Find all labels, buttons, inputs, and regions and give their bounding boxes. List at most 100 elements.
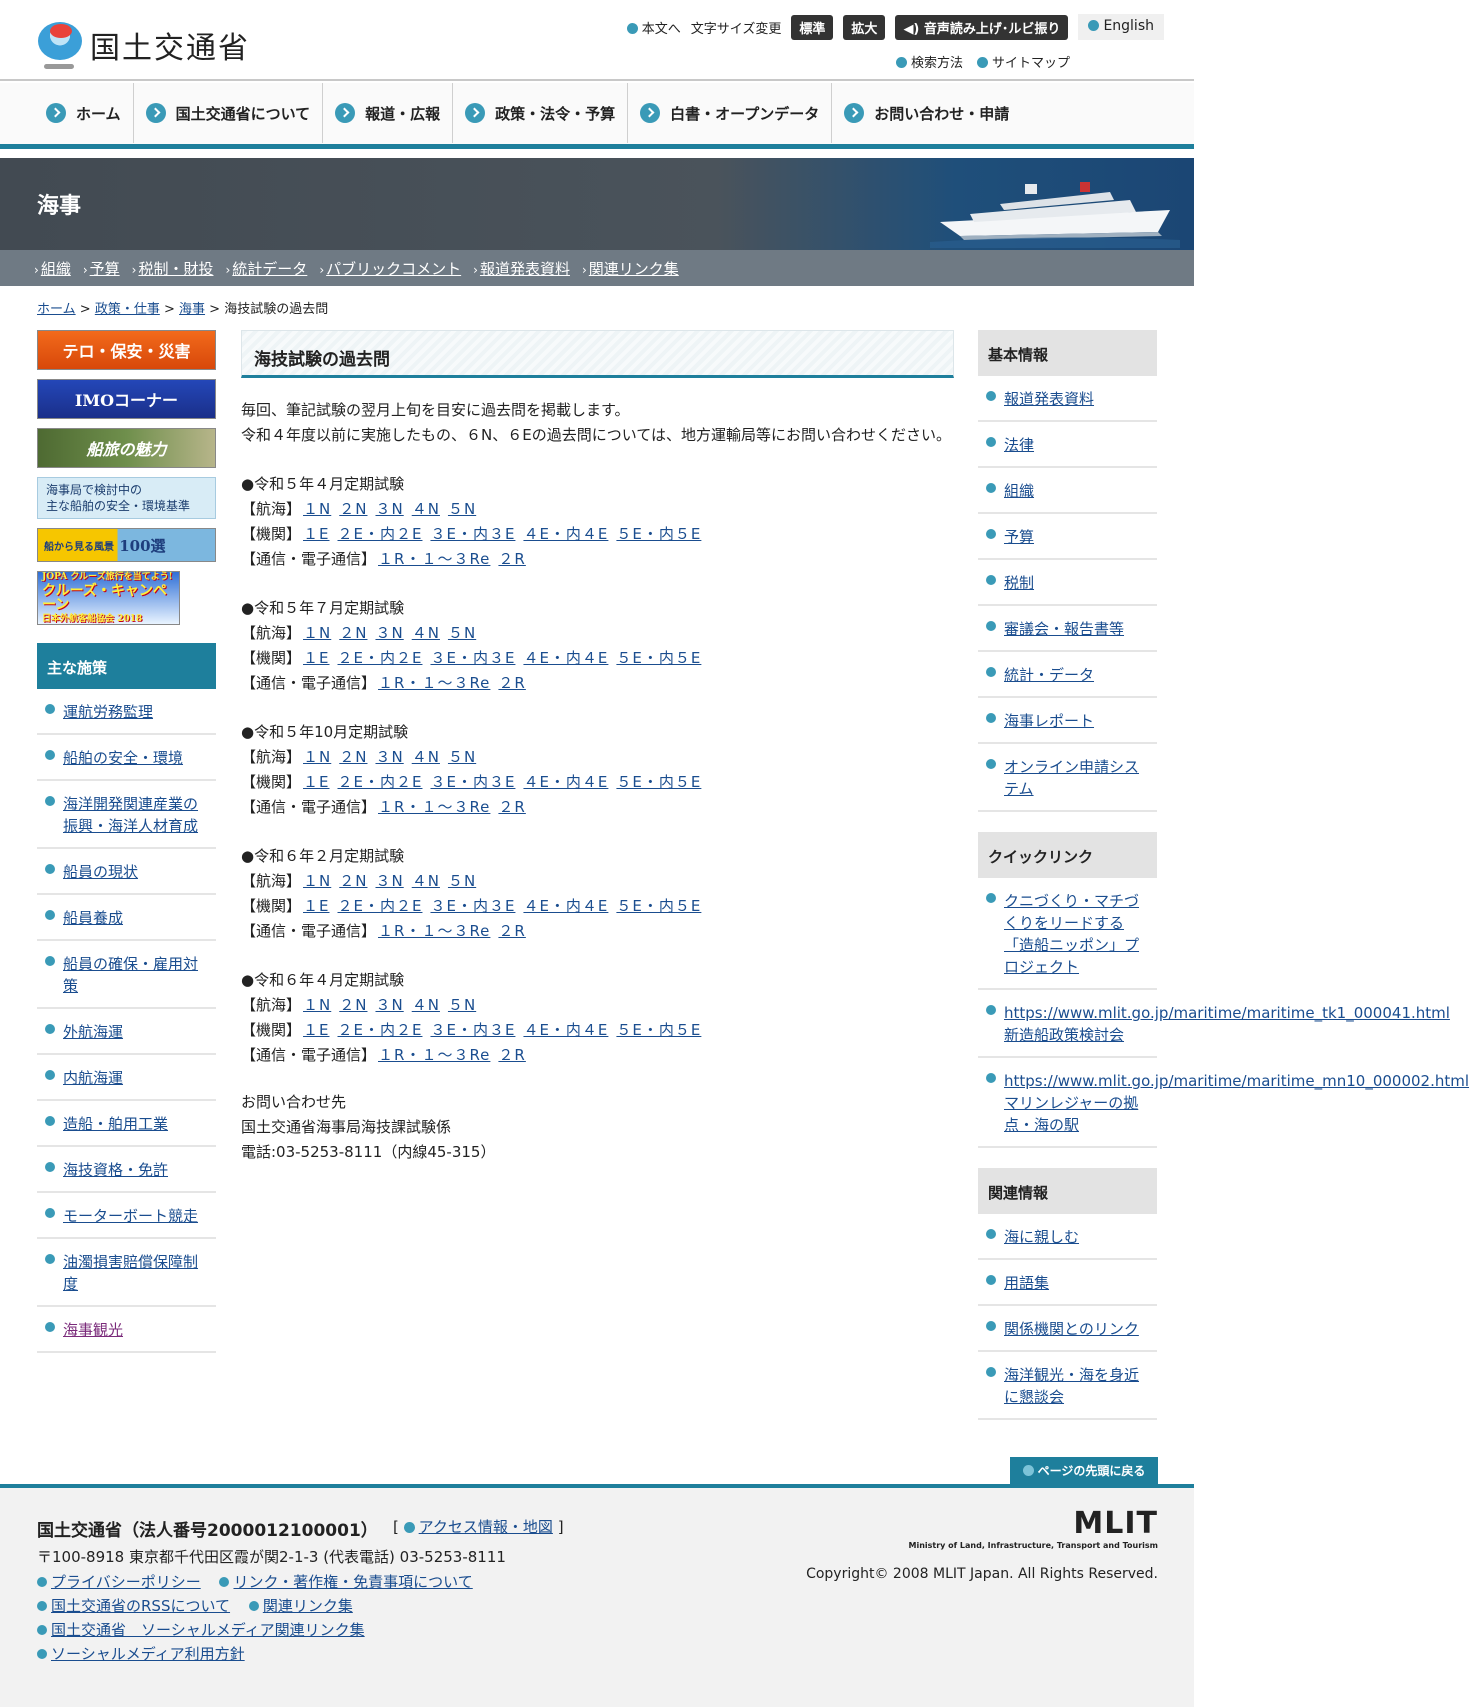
footer-access-link[interactable]: アクセス情報・地図 (419, 1518, 553, 1536)
policy-link[interactable]: 海洋開発関連産業の振興・海洋人材育成 (63, 795, 198, 835)
banner-safety-standards[interactable]: 海事局で検討中の 主な船舶の安全・環境基準 (37, 477, 216, 519)
list-item[interactable]: 造船・舶用工業 (37, 1101, 216, 1147)
voice-reading-button[interactable]: ◀) 音声読み上げ･ルビ振り (895, 14, 1069, 40)
list-item[interactable]: 内航海運 (37, 1055, 216, 1101)
list-item[interactable]: 予算 (978, 514, 1157, 560)
list-item[interactable]: 海事観光 (37, 1307, 216, 1353)
footer-link-related[interactable]: 関連リンク集 (249, 1594, 353, 1618)
exam-pdf-link[interactable]: ２N (339, 497, 367, 522)
policy-link[interactable]: 内航海運 (63, 1069, 123, 1087)
subnav-item[interactable]: › 関連リンク集 (582, 258, 679, 279)
basic-info-link[interactable]: 税制 (1004, 574, 1034, 592)
exam-pdf-link[interactable]: ５N (448, 497, 476, 522)
basic-info-link[interactable]: オンライン申請システム (1004, 758, 1139, 798)
gnav-about[interactable]: 国土交通省について (134, 83, 324, 143)
policy-link[interactable]: 油濁損害賠償保障制度 (63, 1253, 198, 1293)
exam-pdf-link[interactable]: １R・１～３Re (378, 919, 490, 944)
exam-pdf-link[interactable]: ４E・内４E (523, 646, 608, 671)
list-item[interactable]: 組織 (978, 468, 1157, 514)
quick-link[interactable]: クニづくり・マチづくりをリードする「造船ニッポン」プロジェクト (1004, 892, 1139, 976)
exam-pdf-link[interactable]: ４E・内４E (523, 770, 608, 795)
policy-link[interactable]: モーターボート競走 (63, 1207, 198, 1225)
policy-link[interactable]: 海技資格・免許 (63, 1161, 168, 1179)
basic-info-link[interactable]: 法律 (1004, 436, 1034, 454)
list-item[interactable]: 船員の現状 (37, 849, 216, 895)
banner-jopa-cruise[interactable]: JOPA クルーズ旅行を当てよう! クルーズ・キャンペーン 日本外航客船協会 2… (37, 571, 180, 625)
list-item[interactable]: モーターボート競走 (37, 1193, 216, 1239)
exam-pdf-link[interactable]: ４E・内４E (523, 522, 608, 547)
subnav-item[interactable]: › パブリックコメント (319, 258, 461, 279)
exam-pdf-link[interactable]: ３E・内３E (430, 646, 515, 671)
exam-pdf-link[interactable]: ５E・内５E (616, 770, 701, 795)
footer-link-rss[interactable]: 国土交通省のRSSについて (37, 1594, 230, 1618)
basic-info-link[interactable]: 報道発表資料 (1004, 390, 1094, 408)
policy-link[interactable]: 船員の現状 (63, 863, 138, 881)
sitemap-link[interactable]: サイトマップ (976, 52, 1070, 71)
exam-pdf-link[interactable]: ３E・内３E (430, 1018, 515, 1043)
english-link[interactable]: English (1078, 14, 1164, 40)
subnav-link-tax[interactable]: 税制・財投 (138, 260, 213, 278)
policy-link[interactable]: 船舶の安全・環境 (63, 749, 183, 767)
list-item[interactable]: 審議会・報告書等 (978, 606, 1157, 652)
exam-pdf-link[interactable]: ２N (339, 745, 367, 770)
policy-link[interactable]: 造船・舶用工業 (63, 1115, 168, 1133)
exam-pdf-link[interactable]: ２R (498, 1043, 525, 1068)
gnav-whitepaper[interactable]: 白書・オープンデータ (628, 83, 833, 143)
exam-pdf-link[interactable]: ２E・内２E (338, 646, 423, 671)
exam-pdf-link[interactable]: ４N (412, 497, 440, 522)
basic-info-link[interactable]: 審議会・報告書等 (1004, 620, 1124, 638)
gnav-contact[interactable]: お問い合わせ・申請 (832, 83, 1021, 143)
exam-pdf-link[interactable]: １E (303, 646, 329, 671)
list-item[interactable]: 油濁損害賠償保障制度 (37, 1239, 216, 1307)
subnav-link-public-comment[interactable]: パブリックコメント (326, 260, 461, 278)
related-link[interactable]: 海に親しむ (1004, 1228, 1079, 1246)
exam-pdf-link[interactable]: ３N (375, 497, 403, 522)
list-item[interactable]: 統計・データ (978, 652, 1157, 698)
list-item[interactable]: 船舶の安全・環境 (37, 735, 216, 781)
exam-pdf-link[interactable]: ２R (498, 795, 525, 820)
exam-pdf-link[interactable]: ５E・内５E (616, 646, 701, 671)
exam-pdf-link[interactable]: ４E・内４E (523, 1018, 608, 1043)
exam-pdf-link[interactable]: ５N (448, 869, 476, 894)
exam-pdf-link[interactable]: １E (303, 894, 329, 919)
exam-pdf-link[interactable]: ４N (412, 621, 440, 646)
search-method-link[interactable]: 検索方法 (895, 52, 963, 71)
banner-imo-corner[interactable]: IMOコーナー (37, 379, 216, 419)
list-item[interactable]: クニづくり・マチづくりをリードする「造船ニッポン」プロジェクト (978, 878, 1157, 990)
gnav-press[interactable]: 報道・広報 (323, 83, 454, 143)
exam-pdf-link[interactable]: ３E・内３E (430, 770, 515, 795)
subnav-item[interactable]: › 報道発表資料 (473, 258, 570, 279)
list-item[interactable]: 海事レポート (978, 698, 1157, 744)
list-item[interactable]: 法律 (978, 422, 1157, 468)
breadcrumb-policy[interactable]: 政策・仕事 (95, 302, 160, 317)
list-item[interactable]: 海洋開発関連産業の振興・海洋人材育成 (37, 781, 216, 849)
exam-pdf-link[interactable]: １E (303, 522, 329, 547)
quick-link[interactable]: 新造船政策検討会 (1004, 1026, 1124, 1044)
font-large-button[interactable]: 拡大 (843, 14, 886, 40)
exam-pdf-link[interactable]: ２E・内２E (338, 522, 423, 547)
subnav-item[interactable]: › 税制・財投 (132, 258, 214, 279)
list-item[interactable]: 船員の確保・雇用対策 (37, 941, 216, 1009)
exam-pdf-link[interactable]: ５N (448, 993, 476, 1018)
subnav-link-budget[interactable]: 予算 (90, 260, 120, 278)
footer-link-copyright[interactable]: リンク・著作権・免責事項について (219, 1570, 472, 1594)
policy-link[interactable]: 海事観光 (63, 1321, 123, 1339)
list-item[interactable]: 税制 (978, 560, 1157, 606)
list-item[interactable]: https://www.mlit.go.jp/maritime/maritime… (978, 990, 1450, 1058)
exam-pdf-link[interactable]: ４E・内４E (523, 894, 608, 919)
list-item[interactable]: https://www.mlit.go.jp/maritime/maritime… (978, 1058, 1469, 1148)
exam-pdf-link[interactable]: ２N (339, 993, 367, 1018)
list-item[interactable]: 外航海運 (37, 1009, 216, 1055)
exam-pdf-link[interactable]: ２E・内２E (338, 894, 423, 919)
subnav-link-related[interactable]: 関連リンク集 (589, 260, 679, 278)
exam-pdf-link[interactable]: ５E・内５E (616, 522, 701, 547)
footer-link-privacy[interactable]: プライバシーポリシー (37, 1570, 201, 1594)
banner-terror-security[interactable]: テロ・保安・災害 (37, 330, 216, 370)
exam-pdf-link[interactable]: ３E・内３E (430, 522, 515, 547)
subnav-link-press[interactable]: 報道発表資料 (480, 260, 570, 278)
font-standard-button[interactable]: 標準 (791, 14, 834, 40)
exam-pdf-link[interactable]: ５N (448, 745, 476, 770)
banner-fune-100[interactable]: 船から見る風景 100選 (37, 528, 216, 562)
policy-link[interactable]: 外航海運 (63, 1023, 123, 1041)
skip-link-text[interactable]: 本文へ (642, 22, 681, 37)
